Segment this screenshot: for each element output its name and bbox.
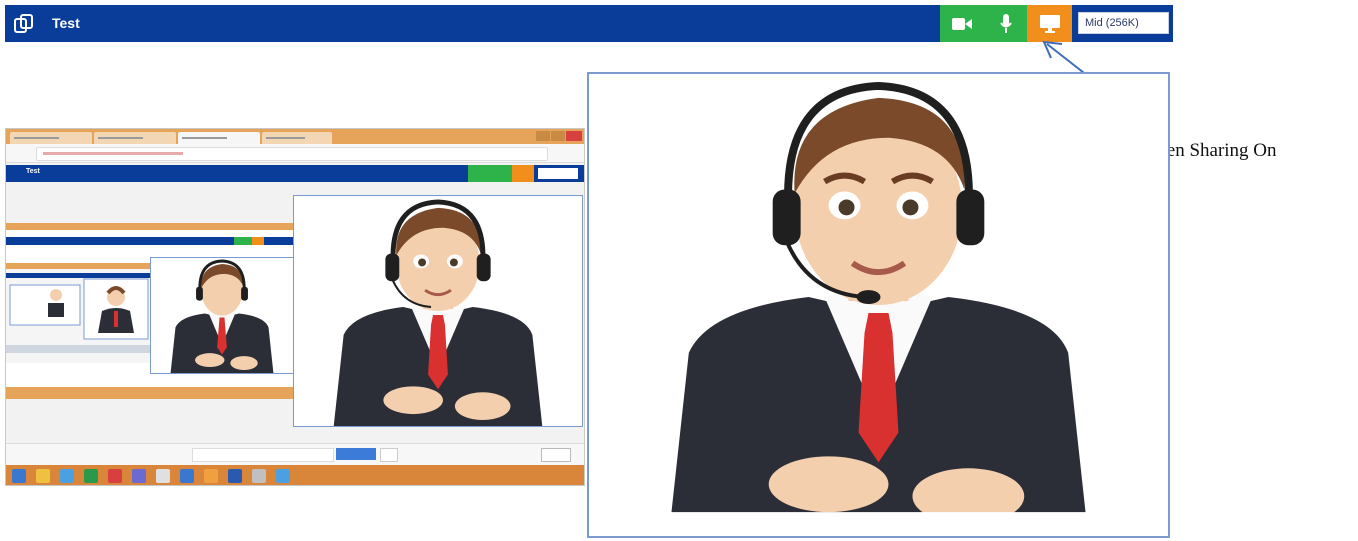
shared-mic-button [490, 165, 512, 182]
camera-toggle-button[interactable] [940, 5, 984, 42]
nested-content [6, 263, 150, 363]
nested-green-button [234, 237, 252, 245]
browser-tab[interactable] [10, 132, 92, 144]
screen-share-notification [6, 443, 584, 466]
browser-tab[interactable] [262, 132, 332, 144]
taskbar-app-icon[interactable] [156, 469, 170, 483]
shared-video-pane [293, 195, 583, 427]
taskbar-app-icon[interactable] [132, 469, 146, 483]
deeper-nested-preview [6, 263, 150, 353]
os-taskbar [6, 465, 584, 485]
hide-notification-button[interactable] [380, 448, 398, 462]
window-minimize-button[interactable] [536, 131, 550, 141]
show-all-button[interactable] [541, 448, 571, 462]
shared-app-title: Test [26, 168, 40, 175]
app-header-bar: Test Mid (256K) [5, 5, 1173, 42]
video-camera-icon [952, 17, 972, 30]
taskbar-app-icon[interactable] [204, 469, 218, 483]
remote-video-pane [587, 72, 1170, 538]
window-close-button[interactable] [566, 131, 582, 141]
nested-video-pane [150, 257, 294, 374]
nested-tab-strip [6, 223, 294, 230]
taskbar-app-icon[interactable] [60, 469, 74, 483]
taskbar-app-icon[interactable] [84, 469, 98, 483]
taskbar-app-icon[interactable] [108, 469, 122, 483]
nested-orange-button [252, 237, 264, 245]
browser-tab[interactable] [94, 132, 176, 144]
nested-screen-preview [6, 223, 294, 399]
taskbar-app-icon[interactable] [36, 469, 50, 483]
microphone-toggle-button[interactable] [984, 5, 1027, 42]
shared-screen-preview: Test [5, 128, 585, 486]
nested-taskbar [6, 387, 294, 399]
nested-avatar-image [170, 259, 274, 373]
taskbar-app-icon[interactable] [228, 469, 242, 483]
shared-avatar-image [333, 199, 543, 426]
browser-tab-strip [6, 129, 584, 144]
start-icon[interactable] [12, 469, 26, 483]
taskbar-app-icon[interactable] [252, 469, 266, 483]
browser-tab[interactable] [178, 132, 260, 144]
browser-address-bar [6, 144, 584, 163]
notification-message [192, 448, 334, 462]
shared-screen-button [512, 165, 534, 182]
agent-avatar-image [668, 81, 1129, 536]
app-title: Test [52, 15, 80, 31]
window-maximize-button[interactable] [551, 131, 565, 141]
shared-quality-select [538, 168, 578, 179]
taskbar-app-icon[interactable] [276, 469, 290, 483]
bandwidth-select[interactable]: Mid (256K) [1078, 12, 1169, 34]
stop-sharing-button[interactable] [336, 448, 376, 460]
monitor-icon [1039, 14, 1060, 33]
url-field[interactable] [36, 147, 548, 161]
microphone-icon [999, 13, 1012, 33]
shared-camera-button [468, 165, 490, 182]
shared-app-header: Test [6, 165, 584, 182]
app-logo-icon [14, 14, 33, 33]
screen-share-button[interactable] [1027, 5, 1072, 42]
taskbar-app-icon[interactable] [180, 469, 194, 483]
